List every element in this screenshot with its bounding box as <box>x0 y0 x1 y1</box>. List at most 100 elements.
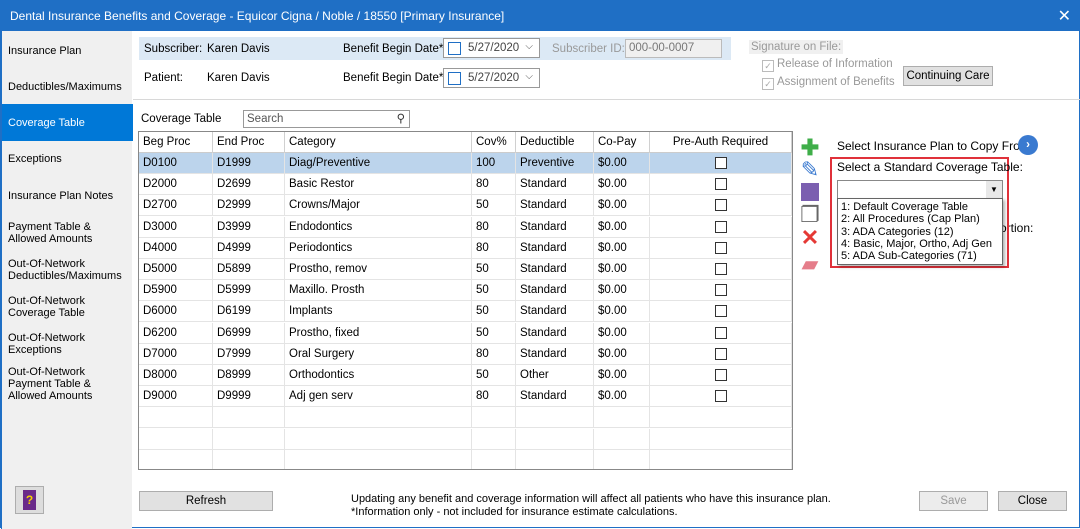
cell: D5899 <box>213 259 285 280</box>
subscriber-id-field: 000-00-0007 <box>625 39 722 58</box>
column-header[interactable]: Category <box>285 132 472 153</box>
column-header[interactable]: End Proc <box>213 132 285 153</box>
patient-benefit-date[interactable]: 5/27/2020 ⌵ <box>443 68 540 88</box>
search-input[interactable]: Search ⚲ <box>243 110 410 128</box>
window-title: Dental Insurance Benefits and Coverage -… <box>10 9 505 23</box>
sidebar-item-oon-exceptions[interactable]: Out-Of-Network Exceptions <box>2 326 102 362</box>
footer-note-2: *Information only - not included for ins… <box>351 506 678 518</box>
edit-pencil-icon[interactable]: ✎ <box>798 159 822 181</box>
cell: $0.00 <box>594 365 650 386</box>
sidebar-item-exceptions[interactable]: Exceptions <box>2 141 133 177</box>
table-row[interactable]: D5900 D5999 Maxillo. Prosth 50 Standard $0.00 <box>139 280 792 302</box>
pre-auth-checkbox[interactable] <box>714 199 727 212</box>
column-header[interactable]: Beg Proc <box>139 132 213 153</box>
pre-auth-checkbox[interactable] <box>714 156 727 169</box>
cell: $0.00 <box>594 280 650 302</box>
table-row[interactable]: D8000 D8999 Orthodontics 50 Other $0.00 <box>139 365 792 386</box>
pre-auth-checkbox[interactable] <box>714 390 727 403</box>
table-row[interactable]: D2000 D2699 Basic Restor 80 Standard $0.00 <box>139 174 792 196</box>
pre-auth-checkbox[interactable] <box>714 262 727 275</box>
pre-auth-checkbox[interactable] <box>714 284 727 297</box>
cell: 80 <box>472 237 516 259</box>
sidebar-item-oon-coverage[interactable]: Out-Of-Network Coverage Table <box>2 289 102 325</box>
sidebar-item-coverage-table[interactable]: Coverage Table <box>2 104 133 141</box>
edit-multiple-icon[interactable] <box>798 181 822 203</box>
empty-row[interactable] <box>139 449 792 469</box>
cell: Maxillo. Prosth <box>285 280 472 302</box>
cell: $0.00 <box>594 174 650 196</box>
cell: D7000 <box>139 343 213 365</box>
table-row[interactable]: D5000 D5899 Prostho, remov 50 Standard $0.00 <box>139 259 792 280</box>
continuing-care-button[interactable]: Continuing Care <box>903 66 993 86</box>
table-row[interactable]: D4000 D4999 Periodontics 80 Standard $0.00 <box>139 237 792 259</box>
date-checkbox[interactable] <box>448 42 461 55</box>
sidebar-item-deductibles[interactable]: Deductibles/Maximums <box>2 69 133 105</box>
dropdown-arrow-icon[interactable]: ▼ <box>986 181 1002 198</box>
chevron-down-icon: ⌵ <box>525 71 533 82</box>
cell: $0.00 <box>594 153 650 174</box>
refresh-button[interactable]: Refresh <box>139 491 273 511</box>
table-row[interactable]: D6000 D6199 Implants 50 Standard $0.00 <box>139 301 792 323</box>
column-header[interactable]: Pre-Auth Required <box>650 132 792 153</box>
subscriber-benefit-date[interactable]: 5/27/2020 ⌵ <box>443 38 540 58</box>
cell: D2000 <box>139 174 213 196</box>
cell: D2699 <box>213 174 285 196</box>
option-4[interactable]: 4: Basic, Major, Ortho, Adj Gen <box>841 238 999 250</box>
search-icon: ⚲ <box>396 113 405 125</box>
sidebar-item-oon-deductibles[interactable]: Out-Of-Network Deductibles/Maximums <box>2 252 122 288</box>
date-checkbox[interactable] <box>448 72 461 85</box>
patient-benefit-label: Benefit Begin Date* <box>343 72 444 84</box>
sidebar-item-notes[interactable]: Insurance Plan Notes <box>2 178 133 214</box>
table-row[interactable]: D6200 D6999 Prostho, fixed 50 Standard $0.00 <box>139 322 792 344</box>
close-button[interactable]: Close <box>998 491 1067 511</box>
pre-auth-checkbox[interactable] <box>714 368 727 381</box>
pre-auth-checkbox[interactable] <box>714 305 727 318</box>
eraser-icon[interactable]: ▰ <box>798 253 822 275</box>
save-button[interactable]: Save <box>919 491 988 511</box>
option-5[interactable]: 5: ADA Sub-Categories (71) <box>841 250 999 262</box>
empty-row[interactable] <box>139 428 792 450</box>
sidebar-item-insurance-plan[interactable]: Insurance Plan <box>2 33 133 69</box>
pre-auth-checkbox[interactable] <box>714 178 727 191</box>
close-window-icon[interactable]: ✕ <box>1058 6 1071 26</box>
cell <box>650 259 792 280</box>
table-row[interactable]: D7000 D7999 Oral Surgery 80 Standard $0.00 <box>139 343 792 365</box>
table-row[interactable]: D9000 D9999 Adj gen serv 80 Standard $0.00 <box>139 386 792 408</box>
help-book-icon: ? <box>23 490 36 510</box>
standard-table-options: 1: Default Coverage Table 2: All Procedu… <box>837 198 1003 265</box>
cell <box>650 174 792 196</box>
empty-cell <box>285 428 472 450</box>
option-2[interactable]: 2: All Procedures (Cap Plan) <box>841 213 999 225</box>
cell: 80 <box>472 386 516 408</box>
cell: D6000 <box>139 301 213 323</box>
sidebar-item-payment-table[interactable]: Payment Table & Allowed Amounts <box>2 215 102 251</box>
pre-auth-checkbox[interactable] <box>714 326 727 339</box>
cell: D3999 <box>213 216 285 238</box>
delete-icon[interactable]: ✕ <box>798 227 822 249</box>
table-row[interactable]: D2700 D2999 Crowns/Major 50 Standard $0.00 <box>139 195 792 217</box>
copy-icon[interactable]: ❐ <box>798 204 822 226</box>
sidebar-item-oon-payment[interactable]: Out-Of-Network Payment Table & Allowed A… <box>2 362 102 406</box>
cell: D6200 <box>139 322 213 344</box>
empty-row[interactable] <box>139 407 792 429</box>
add-icon[interactable]: ✚ <box>798 137 822 159</box>
cell: $0.00 <box>594 343 650 365</box>
table-row[interactable]: D0100 D1999 Diag/Preventive 100 Preventive $0… <box>139 153 792 174</box>
column-header[interactable]: Deductible <box>516 132 594 153</box>
cell: D8000 <box>139 365 213 386</box>
option-3[interactable]: 3: ADA Categories (12) <box>841 226 999 238</box>
cell <box>650 343 792 365</box>
column-header[interactable]: Co-Pay <box>594 132 650 153</box>
option-1[interactable]: 1: Default Coverage Table <box>841 201 999 213</box>
standard-table-select[interactable]: ▼ <box>837 180 1003 199</box>
pre-auth-checkbox[interactable] <box>714 347 727 360</box>
column-header[interactable]: Cov% <box>472 132 516 153</box>
help-book-button[interactable]: ? <box>15 486 44 514</box>
empty-cell <box>516 428 594 450</box>
pre-auth-checkbox[interactable] <box>714 220 727 233</box>
table-row[interactable]: D3000 D3999 Endodontics 80 Standard $0.00 <box>139 216 792 238</box>
subscriber-id-label: Subscriber ID: <box>552 43 625 55</box>
pre-auth-checkbox[interactable] <box>714 241 727 254</box>
copy-plan-arrow-icon[interactable]: › <box>1018 135 1038 155</box>
signature-label: Signature on File: <box>749 40 844 54</box>
